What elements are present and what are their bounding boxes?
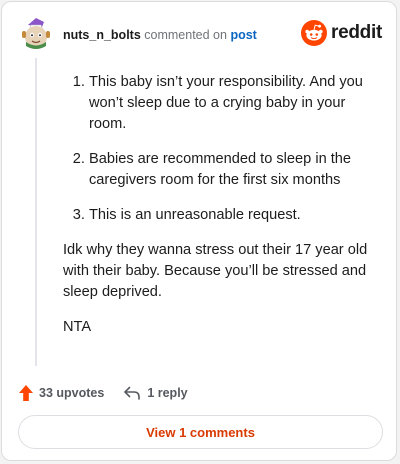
upvote-button[interactable]: 33 upvotes (18, 384, 104, 402)
comment-byline: nuts_n_bolts commented on post (63, 27, 257, 43)
view-comments-button[interactable]: View 1 comments (18, 415, 383, 449)
avatar-image (22, 18, 50, 49)
thread-line[interactable] (35, 58, 37, 366)
reddit-wordmark: reddit (331, 22, 382, 43)
comment-actions: 33 upvotes 1 reply (18, 382, 188, 404)
upvote-count: 33 upvotes (39, 386, 105, 400)
list-item: Babies are recommended to sleep in the c… (89, 149, 383, 191)
reply-arrow-icon (124, 386, 141, 400)
reddit-logo[interactable]: reddit (301, 20, 382, 46)
comment-paragraph: NTA (63, 319, 92, 335)
comment-body: This baby isn’t your responsibility. And… (63, 72, 383, 352)
comment-header: nuts_n_bolts commented on post reddit (2, 2, 396, 62)
reddit-snoo-icon (301, 20, 328, 46)
list-item: This baby isn’t your responsibility. And… (89, 72, 383, 135)
upvote-arrow-icon (19, 385, 33, 401)
username-link[interactable]: nuts_n_bolts (63, 28, 141, 42)
post-link[interactable]: post (230, 28, 256, 42)
comment-card: nuts_n_bolts commented on post reddit Th… (1, 1, 397, 461)
reply-count: 1 reply (147, 386, 188, 400)
user-avatar[interactable] (19, 16, 53, 52)
comment-paragraph: Idk why they wanna stress out their 17 y… (63, 242, 368, 300)
comment-list: This baby isn’t your responsibility. And… (63, 72, 383, 226)
commented-on-text: commented on (144, 28, 227, 42)
reply-button[interactable]: 1 reply (123, 385, 188, 401)
list-item: This is an unreasonable request. (89, 205, 383, 226)
